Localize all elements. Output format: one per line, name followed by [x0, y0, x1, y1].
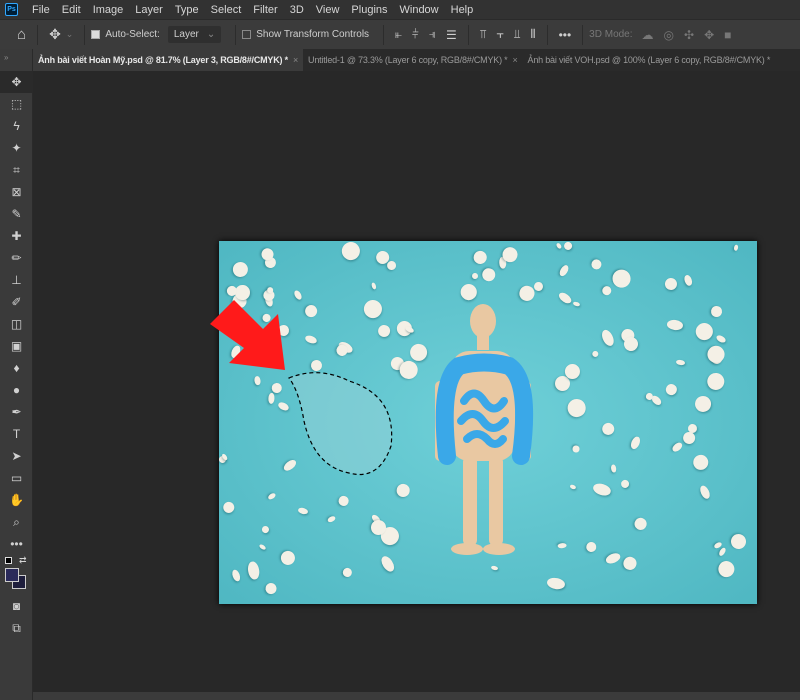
document-canvas[interactable]: [219, 241, 757, 604]
3d-mode-label: 3D Mode:: [589, 29, 633, 40]
checkbox-icon: [91, 30, 101, 39]
checkbox-icon: [242, 30, 252, 39]
menu-filter[interactable]: Filter: [247, 4, 283, 16]
menu-plugins[interactable]: Plugins: [345, 4, 393, 16]
auto-select-checkbox[interactable]: Auto-Select:: [91, 29, 160, 40]
auto-select-target-dropdown[interactable]: Layer ⌄: [167, 26, 222, 43]
menu-view[interactable]: View: [310, 4, 346, 16]
dodge-tool-icon[interactable]: ●: [0, 379, 33, 401]
home-icon[interactable]: ⌂: [17, 26, 26, 43]
color-swatches: ⇄: [0, 555, 32, 595]
align-bottom-icon[interactable]: ⫫: [514, 27, 521, 42]
align-vcenter-icon[interactable]: ⫟: [496, 27, 503, 42]
type-tool-icon[interactable]: T: [0, 423, 33, 445]
3d-camera-icon[interactable]: ■: [724, 28, 731, 42]
3d-roll-icon[interactable]: ◎: [664, 28, 674, 42]
more-tools-icon[interactable]: •••: [0, 533, 33, 555]
align-center-icon[interactable]: ⫩: [412, 27, 419, 42]
tools-panel: » ✥ ⬚ ϟ ✦ ⌗ ⊠ ✎ ✚ ✏ ⊥ ✐ ◫ ▣ ♦ ● ✒ T ➤ ▭ ✋ ⌕ ••• ⇄ ◙ ⧉: [0, 49, 33, 700]
more-options-button[interactable]: •••: [559, 28, 572, 42]
zoom-tool-icon[interactable]: ⌕: [0, 511, 33, 533]
align-middle-icon[interactable]: ☰: [446, 28, 457, 42]
eyedropper-tool-icon[interactable]: ✎: [0, 203, 33, 225]
menu-image[interactable]: Image: [87, 4, 130, 16]
chevron-down-icon: ⌄: [206, 29, 216, 40]
align-left-icon[interactable]: ⫦: [395, 27, 402, 42]
path-selection-tool-icon[interactable]: ➤: [0, 445, 33, 467]
menu-file[interactable]: File: [26, 4, 56, 16]
options-bar: ⌂ ✥ ⌄ Auto-Select: Layer ⌄ Show Transform…: [0, 19, 800, 49]
show-transform-controls-checkbox[interactable]: Show Transform Controls: [242, 29, 369, 40]
gradient-tool-icon[interactable]: ▣: [0, 335, 33, 357]
quick-mask-icon[interactable]: ◙: [0, 595, 33, 617]
3d-slide-icon[interactable]: ✥: [704, 28, 714, 42]
artwork-overlay: [288, 304, 534, 555]
red-arrow-annotation: [210, 300, 285, 370]
clone-stamp-tool-icon[interactable]: ⊥: [0, 269, 33, 291]
eraser-tool-icon[interactable]: ◫: [0, 313, 33, 335]
lasso-selection: [288, 372, 393, 475]
chevron-down-icon[interactable]: ⌄: [66, 29, 74, 40]
blur-tool-icon[interactable]: ♦: [0, 357, 33, 379]
align-top-icon[interactable]: ⫪: [480, 27, 487, 42]
photoshop-logo: Ps: [5, 3, 18, 16]
marquee-tool-icon[interactable]: ⬚: [0, 93, 33, 115]
frame-tool-icon[interactable]: ⊠: [0, 181, 33, 203]
tab-document-3[interactable]: Ảnh bài viết VOH.psd @ 100% (Layer 6 cop…: [523, 49, 776, 71]
foreground-color-swatch[interactable]: [5, 568, 19, 582]
tab-document-1[interactable]: Ảnh bài viết Hoàn Mỹ.psd @ 81.7% (Layer …: [33, 49, 304, 71]
screen-mode-icon[interactable]: ⧉: [0, 617, 33, 639]
menu-bar: Ps File Edit Image Layer Type Select Fil…: [0, 0, 800, 19]
tab-document-2[interactable]: Untitled-1 @ 73.3% (Layer 6 copy, RGB/8#…: [303, 49, 523, 71]
history-brush-tool-icon[interactable]: ✐: [0, 291, 33, 313]
menu-select[interactable]: Select: [205, 4, 248, 16]
move-tool-icon[interactable]: ✥: [49, 26, 61, 43]
collapse-icon[interactable]: »: [0, 49, 32, 71]
menu-help[interactable]: Help: [445, 4, 480, 16]
crop-tool-icon[interactable]: ⌗: [0, 159, 33, 181]
document-tabs: Ảnh bài viết Hoàn Mỹ.psd @ 81.7% (Layer …: [33, 49, 800, 71]
move-tool-icon[interactable]: ✥: [0, 71, 33, 93]
swap-colors-icon[interactable]: ⇄: [19, 555, 27, 566]
menu-edit[interactable]: Edit: [56, 4, 87, 16]
magic-wand-tool-icon[interactable]: ✦: [0, 137, 33, 159]
menu-type[interactable]: Type: [169, 4, 205, 16]
3d-pan-icon[interactable]: ✣: [684, 28, 694, 42]
hand-tool-icon[interactable]: ✋: [0, 489, 33, 511]
healing-brush-tool-icon[interactable]: ✚: [0, 225, 33, 247]
close-icon[interactable]: ×: [512, 55, 517, 65]
default-colors-icon[interactable]: [5, 557, 12, 564]
brush-tool-icon[interactable]: ✏: [0, 247, 33, 269]
status-bar: [33, 692, 800, 700]
menu-layer[interactable]: Layer: [129, 4, 169, 16]
rectangle-tool-icon[interactable]: ▭: [0, 467, 33, 489]
close-icon[interactable]: ×: [293, 55, 298, 65]
menu-3d[interactable]: 3D: [284, 4, 310, 16]
menu-window[interactable]: Window: [394, 4, 445, 16]
align-right-icon[interactable]: ⫣: [429, 27, 436, 42]
distribute-icon[interactable]: ⫴: [531, 27, 536, 42]
3d-orbit-icon[interactable]: ☁: [642, 28, 654, 42]
pen-tool-icon[interactable]: ✒: [0, 401, 33, 423]
lasso-tool-icon[interactable]: ϟ: [0, 115, 33, 137]
